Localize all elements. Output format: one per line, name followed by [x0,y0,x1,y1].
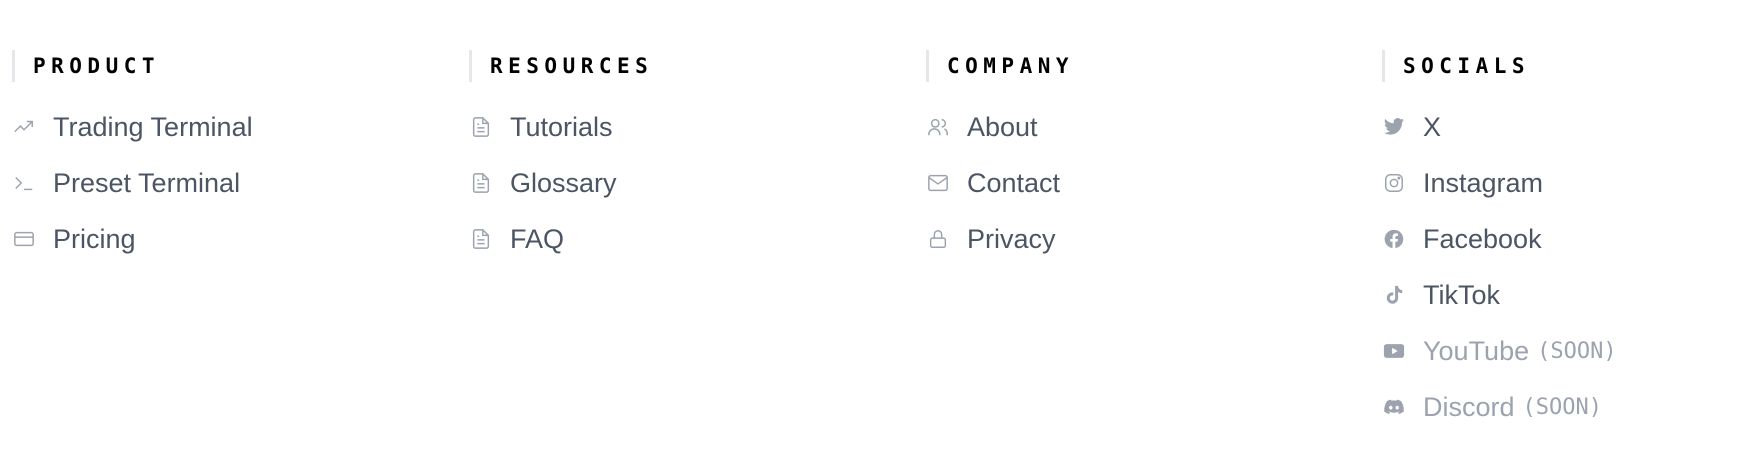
footer-link-tiktok[interactable]: TikTok [1382,267,1758,323]
discord-icon [1382,395,1406,419]
link-label: YouTube [1423,335,1530,366]
footer-link-pricing[interactable]: Pricing [12,211,452,267]
footer-link-faq[interactable]: FAQ [469,211,909,267]
link-label: Privacy [967,223,1056,254]
link-label: X [1423,111,1442,142]
link-label: Glossary [510,167,617,198]
link-label: FAQ [510,223,565,254]
footer-link-about[interactable]: About [926,99,1366,155]
youtube-icon [1382,339,1406,363]
column-heading: COMPANY [926,50,1366,82]
tiktok-icon [1382,283,1406,307]
link-label: TikTok [1423,279,1501,310]
footer-link-privacy[interactable]: Privacy [926,211,1366,267]
column-heading: SOCIALS [1382,50,1758,82]
footer-link-youtube[interactable]: YouTube (SOON) [1382,323,1758,379]
soon-badge: (SOON) [1522,394,1603,420]
link-label: Instagram [1423,167,1544,198]
link-label: Contact [967,167,1061,198]
footer-link-facebook[interactable]: Facebook [1382,211,1758,267]
link-label: Trading Terminal [53,111,253,142]
footer-column-resources: RESOURCES Tutorials Glossary FAQ [469,50,909,267]
link-label: Pricing [53,223,136,254]
document-icon [469,227,493,251]
mail-icon [926,171,950,195]
credit-card-icon [12,227,36,251]
document-icon [469,171,493,195]
twitter-icon [1382,115,1406,139]
footer-link-x[interactable]: X [1382,99,1758,155]
facebook-icon [1382,227,1406,251]
lock-icon [926,227,950,251]
soon-badge: (SOON) [1537,338,1617,364]
trending-up-icon [12,115,36,139]
link-list: About Contact Privacy [926,99,1366,267]
footer-column-company: COMPANY About Contact Privacy [926,50,1366,267]
column-heading: PRODUCT [12,50,452,82]
link-list: X Instagram Facebook TikTok YouTube (SOO… [1382,99,1758,435]
column-heading: RESOURCES [469,50,909,82]
footer-link-glossary[interactable]: Glossary [469,155,909,211]
link-label: About [967,111,1038,142]
footer-link-preset-terminal[interactable]: Preset Terminal [12,155,452,211]
users-icon [926,115,950,139]
link-label: Tutorials [510,111,613,142]
link-list: Tutorials Glossary FAQ [469,99,909,267]
footer-column-product: PRODUCT Trading Terminal Preset Terminal… [12,50,452,267]
footer-link-tutorials[interactable]: Tutorials [469,99,909,155]
instagram-icon [1382,171,1406,195]
terminal-icon [12,171,36,195]
link-label: Facebook [1423,223,1542,254]
footer-link-instagram[interactable]: Instagram [1382,155,1758,211]
link-label: Discord [1423,391,1515,422]
footer-link-contact[interactable]: Contact [926,155,1366,211]
document-icon [469,115,493,139]
link-label: Preset Terminal [53,167,241,198]
footer-link-discord[interactable]: Discord (SOON) [1382,379,1758,435]
link-list: Trading Terminal Preset Terminal Pricing [12,99,452,267]
footer-link-trading-terminal[interactable]: Trading Terminal [12,99,452,155]
footer-column-socials: SOCIALS X Instagram Facebook TikTok YouT… [1382,50,1758,435]
